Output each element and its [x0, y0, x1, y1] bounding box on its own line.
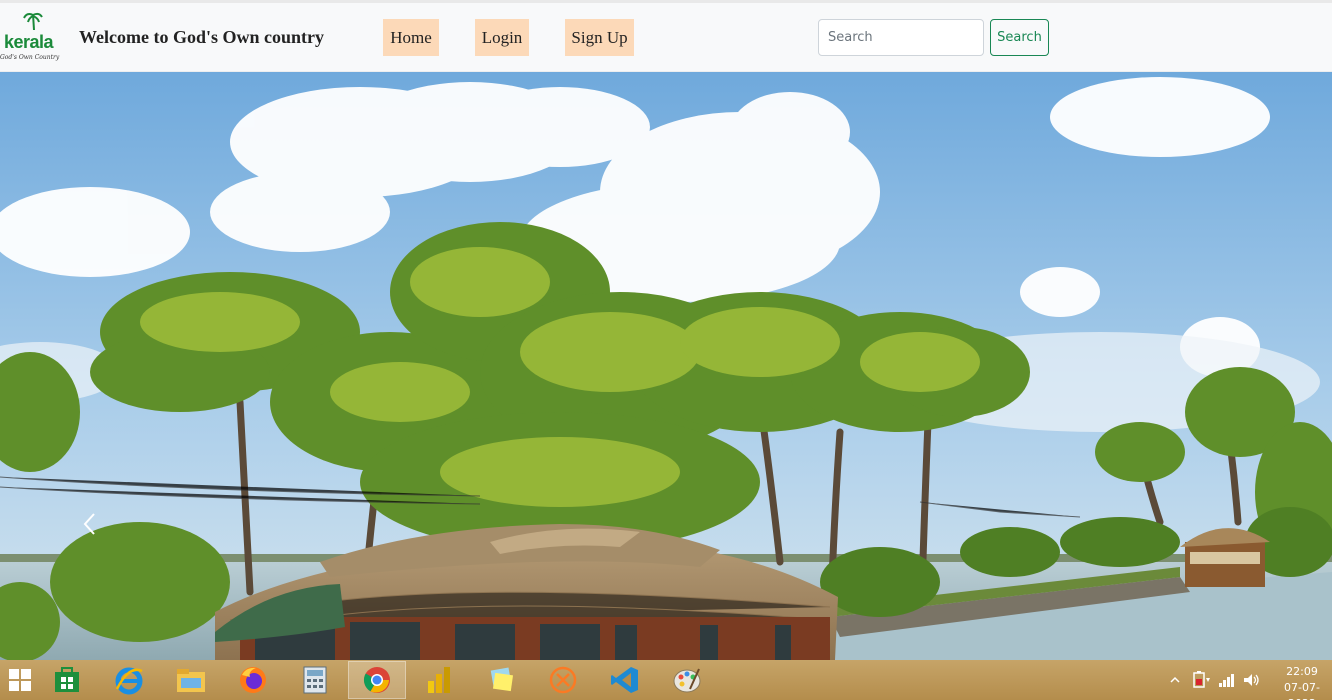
- store-icon[interactable]: [38, 661, 96, 699]
- nav-login-link[interactable]: Login: [475, 19, 529, 56]
- search-input[interactable]: [818, 19, 984, 56]
- chevron-left-icon: [83, 513, 95, 535]
- carousel-prev-button[interactable]: [72, 504, 106, 544]
- power-bi-icon[interactable]: [410, 661, 468, 699]
- nav-signup-link[interactable]: Sign Up: [565, 19, 634, 56]
- vscode-icon[interactable]: [596, 661, 654, 699]
- volume-icon[interactable]: [1242, 672, 1260, 688]
- chrome-icon[interactable]: [348, 661, 406, 699]
- internet-explorer-icon[interactable]: [100, 661, 158, 699]
- navbar: kerala God's Own Country Welcome to God'…: [0, 3, 1332, 72]
- firefox-icon[interactable]: [224, 661, 282, 699]
- calculator-icon[interactable]: [286, 661, 344, 699]
- file-explorer-icon[interactable]: [162, 661, 220, 699]
- windows-start-icon[interactable]: [0, 661, 40, 699]
- tray-expand-icon[interactable]: [1168, 673, 1182, 687]
- logo-tagline: God's Own Country: [0, 54, 60, 61]
- system-tray: [1168, 660, 1260, 700]
- clock-time: 22:09: [1286, 665, 1318, 678]
- hero-image: [0, 72, 1332, 660]
- windows-taskbar: 22:09 07-07-2022: [0, 660, 1332, 700]
- clock-date: 07-07-2022: [1284, 681, 1320, 700]
- kerala-logo[interactable]: kerala God's Own Country: [0, 10, 62, 66]
- network-icon[interactable]: [1218, 672, 1236, 688]
- hero-carousel: [0, 72, 1332, 660]
- taskbar-clock[interactable]: 22:09 07-07-2022: [1272, 664, 1332, 700]
- search-button[interactable]: Search: [990, 19, 1049, 56]
- site-title: Welcome to God's Own country: [79, 27, 324, 47]
- sticky-notes-icon[interactable]: [472, 661, 530, 699]
- logo-text: kerala: [4, 32, 54, 52]
- nav-home-link[interactable]: Home: [383, 19, 439, 56]
- xampp-icon[interactable]: [534, 661, 592, 699]
- battery-icon[interactable]: [1192, 670, 1214, 690]
- paint-icon[interactable]: [658, 661, 716, 699]
